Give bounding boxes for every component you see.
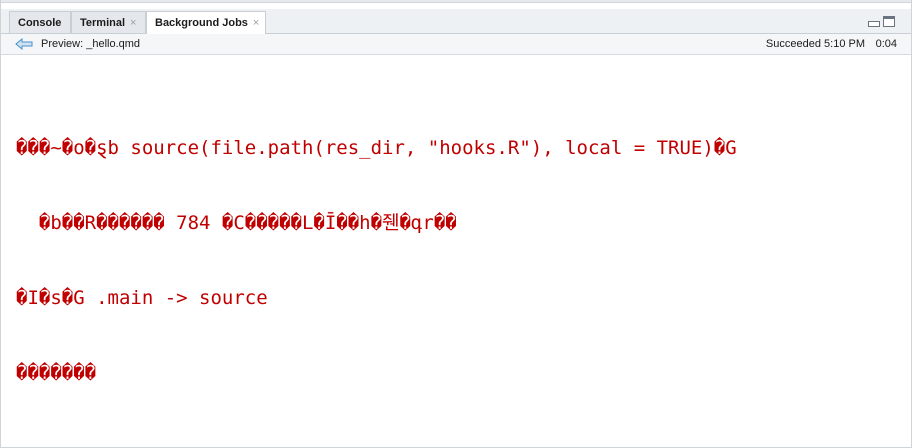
background-jobs-pane: Console Terminal × Background Jobs × Pre… xyxy=(0,0,912,448)
job-output: ���~�o�ȿb source(file.path(res_dir, "hoo… xyxy=(16,86,896,436)
output-line: �b��R������ 784 �C�����L�Ī��h�줸�գr�� xyxy=(16,212,457,234)
job-elapsed-time: 0:04 xyxy=(875,38,897,50)
output-line: ���~�o�ȿb source(file.path(res_dir, "hoo… xyxy=(16,137,737,159)
tab-console-label: Console xyxy=(18,16,62,29)
minimize-pane-icon[interactable] xyxy=(868,21,880,27)
pane-top-strip xyxy=(1,0,911,3)
tab-background-jobs[interactable]: Background Jobs × xyxy=(146,11,266,34)
maximize-pane-icon[interactable] xyxy=(883,16,895,27)
output-line: ������� xyxy=(16,362,97,384)
tab-terminal-close-icon[interactable]: × xyxy=(130,17,136,29)
tab-background-jobs-close-icon[interactable]: × xyxy=(253,17,259,29)
pane-window-controls xyxy=(868,16,895,27)
arrow-left-icon[interactable] xyxy=(15,38,33,50)
job-status-text: Succeeded 5:10 PM xyxy=(765,38,865,50)
tab-terminal[interactable]: Terminal × xyxy=(71,11,146,33)
tab-terminal-label: Terminal xyxy=(80,16,126,29)
preview-job-label: Preview: _hello.qmd xyxy=(41,38,141,50)
tab-console[interactable]: Console xyxy=(9,11,71,33)
tab-background-jobs-label: Background Jobs xyxy=(155,17,248,29)
output-line: �I�s�G .main -> source xyxy=(16,287,268,309)
job-toolbar: Preview: _hello.qmd Succeeded 5:10 PM 0:… xyxy=(1,34,911,55)
tab-bar: Console Terminal × Background Jobs × xyxy=(1,9,911,34)
